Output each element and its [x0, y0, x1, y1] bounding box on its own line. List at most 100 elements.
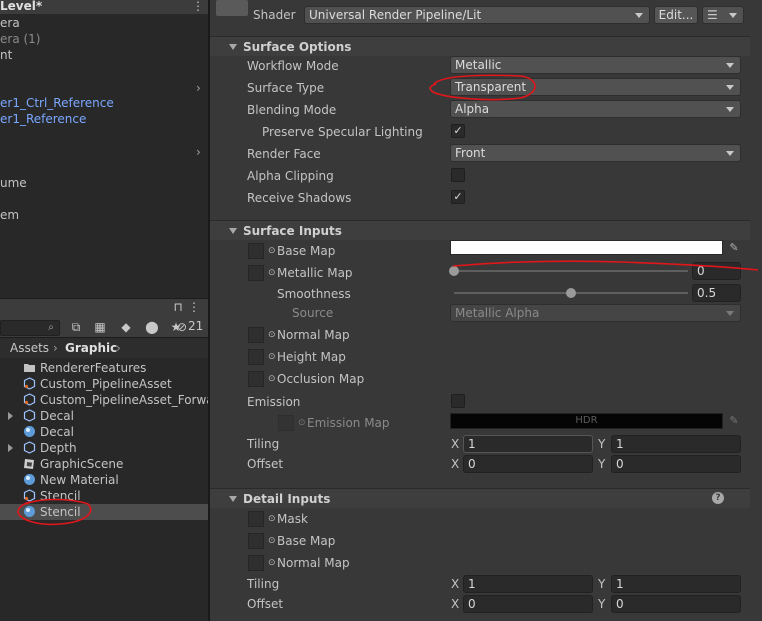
hierarchy-item[interactable]: em — [0, 207, 19, 223]
base-map-texture-slot[interactable] — [248, 243, 264, 259]
shader-dropdown[interactable]: Universal Render Pipeline/Lit — [304, 6, 650, 24]
detail-tiling-label: Tiling — [247, 577, 280, 591]
presets-menu-button[interactable]: ☰ — [702, 6, 744, 24]
hidden-visibility-icon[interactable]: ⊘ — [176, 319, 188, 335]
render-face-dropdown[interactable]: Front — [450, 144, 741, 162]
scene-icon — [23, 457, 36, 470]
axis-y-label: Y — [598, 457, 606, 471]
hierarchy-title: Level* — [0, 0, 43, 13]
search-by-type-icon[interactable]: ▦ — [92, 319, 108, 335]
texture-picker-icon[interactable]: ⊙ — [268, 533, 276, 549]
asset-label: GraphicScene — [40, 457, 124, 471]
texture-picker-icon[interactable]: ⊙ — [268, 243, 276, 259]
height-map-texture-slot[interactable] — [248, 349, 264, 365]
asset-label: Decal — [40, 409, 74, 423]
foldout-arrow-icon — [229, 44, 237, 50]
texture-picker-icon[interactable]: ⊙ — [268, 555, 276, 571]
breadcrumb-graphic[interactable]: Graphic — [65, 340, 117, 356]
tiling-y-field[interactable]: 1 — [611, 435, 741, 453]
texture-picker-icon[interactable]: ⊙ — [268, 371, 276, 387]
smoothness-value-field[interactable]: 0.5 — [692, 284, 741, 302]
breadcrumb-assets[interactable]: Assets — [10, 340, 49, 356]
metallic-map-texture-slot[interactable] — [248, 265, 264, 281]
metallic-slider-track[interactable] — [454, 270, 688, 272]
chevron-right-icon[interactable]: › — [196, 80, 201, 96]
detail-offset-label: Offset — [247, 597, 284, 611]
workflow-mode-label: Workflow Mode — [247, 59, 339, 73]
offset-y-field[interactable]: 0 — [611, 455, 741, 473]
more-options-icon[interactable]: ⋮ — [186, 299, 202, 315]
offset-x-field[interactable]: 0 — [463, 455, 593, 473]
occlusion-map-texture-slot[interactable] — [248, 371, 264, 387]
base-map-color-field[interactable] — [450, 240, 723, 255]
asset-label: RendererFeatures — [40, 361, 147, 375]
metallic-slider-thumb[interactable] — [449, 266, 459, 276]
surface-type-dropdown[interactable]: Transparent — [450, 78, 741, 96]
normal-map-texture-slot[interactable] — [248, 327, 264, 343]
blending-mode-dropdown[interactable]: Alpha — [450, 100, 741, 118]
tiling-x-field[interactable]: 1 — [463, 435, 593, 453]
hierarchy-item[interactable]: nt — [0, 47, 12, 63]
detail-tiling-y-field[interactable]: 1 — [611, 575, 741, 593]
detail-base-map-texture-slot[interactable] — [248, 533, 264, 549]
section-title: Surface Inputs — [243, 224, 342, 238]
material-icon — [23, 425, 36, 438]
source-dropdown[interactable]: Metallic Alpha — [450, 304, 741, 322]
detail-tiling-x-field[interactable]: 1 — [463, 575, 593, 593]
emission-map-texture-slot[interactable] — [278, 415, 294, 431]
create-icon[interactable]: ⧉ — [68, 319, 84, 335]
detail-mask-texture-slot[interactable] — [248, 511, 264, 527]
alpha-clipping-checkbox[interactable] — [451, 168, 465, 182]
folder-icon — [23, 361, 36, 374]
base-map-label: Base Map — [277, 244, 336, 258]
pipeline-asset-icon — [23, 377, 36, 390]
hierarchy-item[interactable]: er1_Ctrl_Reference — [0, 95, 114, 111]
metallic-value-field[interactable]: 0 — [692, 262, 741, 280]
chevron-right-icon[interactable]: › — [196, 144, 201, 160]
texture-picker-icon[interactable]: ⊙ — [268, 511, 276, 527]
log-filter-icon[interactable]: ⬤ — [144, 319, 160, 335]
texture-picker-icon[interactable]: ⊙ — [298, 415, 306, 431]
smoothness-slider-thumb[interactable] — [566, 288, 576, 298]
detail-inputs-header[interactable]: Detail Inputs ? — [210, 488, 750, 508]
foldout-arrow-icon — [229, 228, 237, 234]
eyedropper-icon[interactable]: ✎ — [726, 413, 742, 429]
hierarchy-item[interactable]: er1_Reference — [0, 111, 86, 127]
chevron-right-icon: › — [53, 341, 58, 355]
edit-shader-button[interactable]: Edit... — [654, 6, 698, 24]
foldout-arrow-icon[interactable] — [8, 444, 13, 452]
smoothness-label: Smoothness — [277, 287, 351, 301]
texture-picker-icon[interactable]: ⊙ — [268, 349, 276, 365]
project-search-input[interactable]: ⌕ — [0, 320, 60, 336]
detail-offset-x-field[interactable]: 0 — [463, 595, 593, 613]
search-by-label-icon[interactable]: ◆ — [118, 319, 134, 335]
axis-y-label: Y — [598, 437, 606, 451]
surface-options-header[interactable]: Surface Options — [210, 36, 750, 56]
asset-label: Custom_PipelineAsset — [40, 377, 172, 391]
more-options-icon[interactable]: ⋮ — [192, 0, 204, 14]
help-icon[interactable]: ? — [712, 492, 724, 504]
lock-icon[interactable]: ⊓ — [170, 299, 186, 315]
material-icon — [23, 505, 36, 518]
asset-item[interactable]: Stencil — [0, 504, 208, 520]
texture-picker-icon[interactable]: ⊙ — [268, 265, 276, 281]
offset-label: Offset — [247, 457, 284, 471]
shader-value: Universal Render Pipeline/Lit — [309, 8, 482, 22]
foldout-arrow-icon[interactable] — [8, 412, 13, 420]
emission-color-field[interactable]: HDR — [450, 413, 723, 429]
checkmark-icon: ✓ — [453, 190, 463, 203]
surface-inputs-header[interactable]: Surface Inputs — [210, 220, 750, 240]
texture-picker-icon[interactable]: ⊙ — [268, 327, 276, 343]
emission-checkbox[interactable] — [451, 394, 465, 408]
hierarchy-item[interactable]: era (1) — [0, 31, 40, 47]
pipeline-asset-icon — [23, 489, 36, 502]
workflow-mode-dropdown[interactable]: Metallic — [450, 56, 741, 74]
preserve-specular-checkbox[interactable]: ✓ — [451, 124, 465, 138]
material-preview-icon — [216, 0, 248, 16]
hierarchy-item[interactable]: era — [0, 15, 20, 31]
detail-offset-y-field[interactable]: 0 — [611, 595, 741, 613]
detail-normal-map-texture-slot[interactable] — [248, 555, 264, 571]
receive-shadows-checkbox[interactable]: ✓ — [451, 190, 465, 204]
eyedropper-icon[interactable]: ✎ — [726, 240, 742, 256]
hierarchy-item[interactable]: ume — [0, 175, 27, 191]
